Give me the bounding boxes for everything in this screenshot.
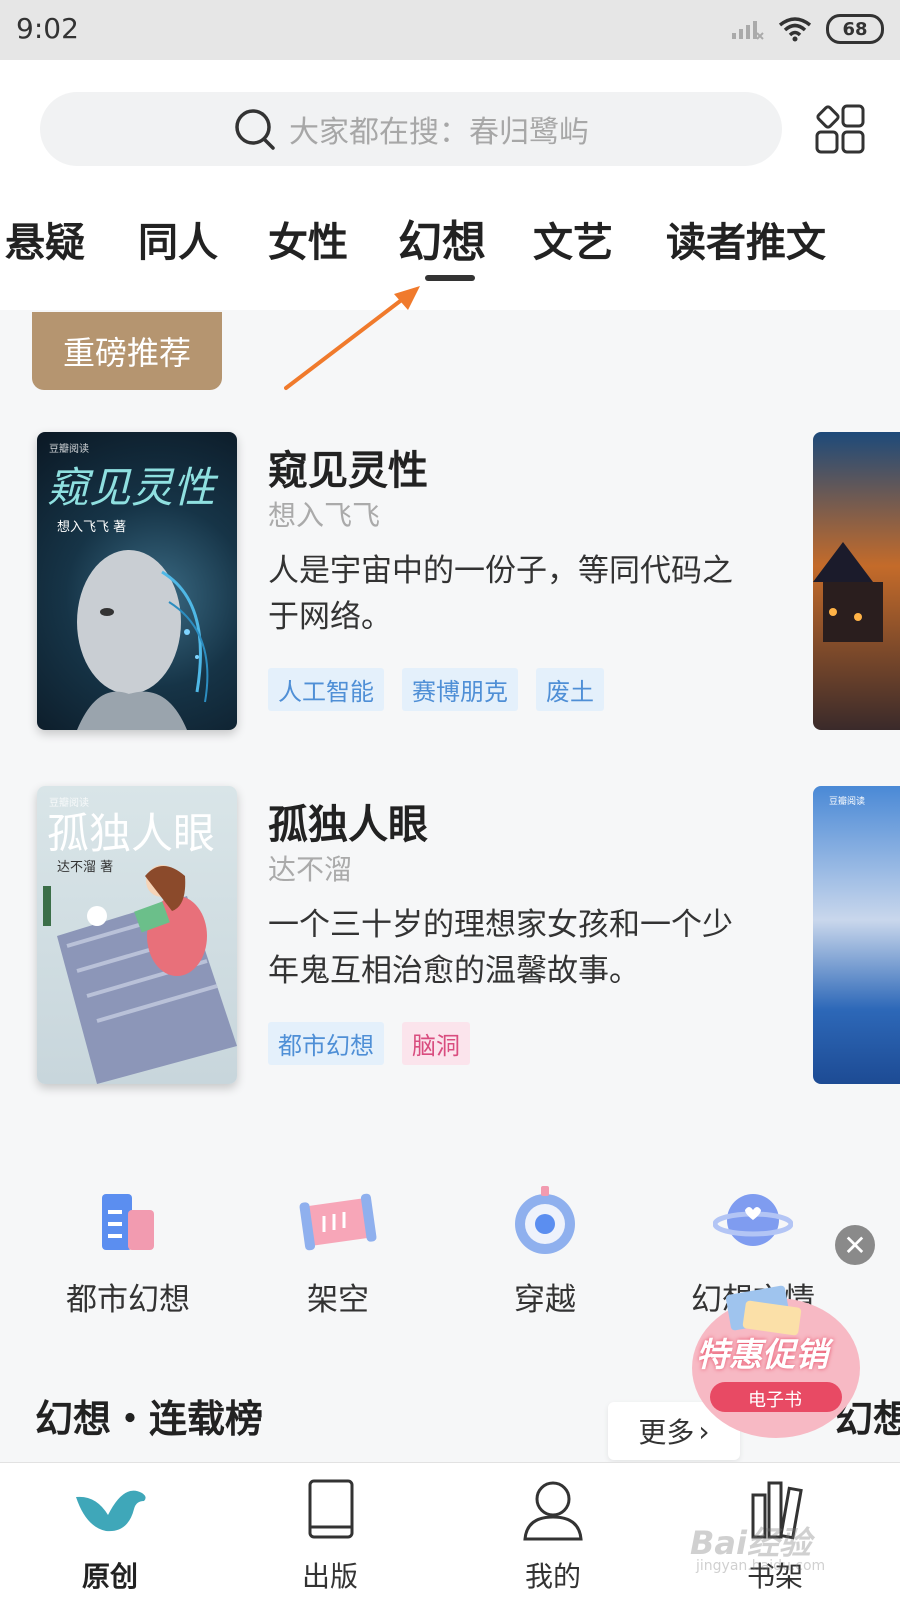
search-placeholder: 大家都在搜：春归鹭屿 xyxy=(289,115,589,150)
status-bar: 9:02 68 xyxy=(0,0,900,60)
bird-logo-icon xyxy=(76,1490,146,1532)
subcategory-label: 都市幻想 xyxy=(66,1282,190,1318)
book-description: 人是宇宙中的一份子，等同代码之于网络。 xyxy=(268,553,733,635)
nav-label: 出版 xyxy=(301,1560,358,1593)
more-label: 更多 xyxy=(638,1416,695,1449)
timer-icon xyxy=(515,1186,575,1254)
book-tags: 都市幻想 脑洞 xyxy=(268,1022,470,1065)
subcategory-alt-history[interactable]: 架空 xyxy=(238,1180,438,1319)
featured-badge: 重磅推荐 xyxy=(32,312,222,390)
cover-title: 窥见灵性 xyxy=(47,463,216,512)
book-tags: 人工智能 赛博朋克 废土 xyxy=(268,668,604,711)
peek-art xyxy=(813,542,883,642)
user-icon xyxy=(523,1481,583,1541)
watermark-url: jingyan.baidu.com xyxy=(696,1558,826,1574)
subcategory-urban-fantasy[interactable]: 都市幻想 xyxy=(28,1180,228,1319)
book-cover[interactable]: 豆瓣阅读 孤独人眼 达不溜 著 xyxy=(37,786,237,1084)
book-tag[interactable]: 废土 xyxy=(536,668,604,711)
featured-book[interactable]: 豆瓣阅读 窥见灵性 想入飞飞 著 窥见灵性 想入飞飞 人是宇宙中的一份子，等同代… xyxy=(0,432,900,732)
wifi-icon xyxy=(778,17,812,42)
next-book-cover-peek[interactable] xyxy=(813,432,900,730)
search-icon xyxy=(235,109,275,150)
book-tag[interactable]: 赛博朋克 xyxy=(402,668,518,711)
promo-subtitle: 电子书 xyxy=(748,1390,802,1411)
search-bar[interactable]: 大家都在搜：春归鹭屿 xyxy=(40,92,782,166)
active-tab-indicator xyxy=(425,275,475,281)
promo-float[interactable]: 特惠促销 电子书 xyxy=(688,1282,864,1442)
book-icon xyxy=(308,1479,354,1539)
subcategory-time-travel[interactable]: 穿越 xyxy=(445,1180,645,1319)
peek-brand: 豆瓣阅读 xyxy=(829,797,866,807)
book-title[interactable]: 孤独人眼 xyxy=(268,792,428,850)
building-icon xyxy=(102,1194,154,1250)
status-time: 9:02 xyxy=(16,12,79,45)
book-cover[interactable]: 豆瓣阅读 窥见灵性 想入飞飞 著 xyxy=(37,432,237,730)
nav-original[interactable]: 原创 xyxy=(35,1475,185,1595)
featured-section: 重磅推荐 豆瓣阅读 窥见灵性 想入飞飞 著 窥见灵性 想入飞飞 人是宇宙中的一份… xyxy=(0,286,900,1137)
header: 大家都在搜：春归鹭屿 悬疑 同人 女性 幻想 文艺 读者推文 xyxy=(0,60,900,310)
signal-icon xyxy=(732,21,764,40)
nav-label: 原创 xyxy=(81,1560,138,1593)
book-author: 想入飞飞 xyxy=(268,499,381,532)
tab-suspense[interactable]: 悬疑 xyxy=(5,210,85,268)
featured-book[interactable]: 豆瓣阅读 孤独人眼 达不溜 著 孤独人眼 达不溜 一个三十岁的理想家女孩和一个少… xyxy=(0,786,900,1086)
tab-fanfic[interactable]: 同人 xyxy=(138,210,218,268)
planet-icon xyxy=(712,1194,794,1246)
book-tag[interactable]: 脑洞 xyxy=(402,1022,470,1065)
book-title[interactable]: 窥见灵性 xyxy=(268,438,428,496)
annotation-arrow xyxy=(284,286,420,390)
subcategory-label: 穿越 xyxy=(514,1282,576,1318)
close-promo-button[interactable]: ✕ xyxy=(835,1225,875,1265)
tab-reader-picks[interactable]: 读者推文 xyxy=(666,210,826,268)
nav-label: 我的 xyxy=(524,1560,581,1593)
tab-literature[interactable]: 文艺 xyxy=(533,210,613,268)
subcategory-label: 架空 xyxy=(307,1282,369,1318)
status-icons: 68 xyxy=(730,14,884,44)
tab-fantasy[interactable]: 幻想 xyxy=(398,206,486,270)
ranking-title: 幻想・连载榜 xyxy=(35,1397,264,1441)
next-book-cover-peek[interactable]: 豆瓣阅读 xyxy=(813,786,900,1084)
tab-female[interactable]: 女性 xyxy=(268,210,348,268)
cover-author: 想入飞飞 著 xyxy=(57,520,127,535)
scroll-icon xyxy=(299,1193,377,1251)
category-grid-icon[interactable] xyxy=(815,104,865,154)
book-tag[interactable]: 都市幻想 xyxy=(268,1022,384,1065)
cover-brand: 豆瓣阅读 xyxy=(49,444,89,455)
nav-publishing[interactable]: 出版 xyxy=(255,1475,405,1595)
nav-mine[interactable]: 我的 xyxy=(478,1475,628,1595)
book-tag[interactable]: 人工智能 xyxy=(268,668,384,711)
cover-author: 达不溜 著 xyxy=(57,860,114,875)
cover-title: 孤独人眼 xyxy=(47,809,216,858)
book-description: 一个三十岁的理想家女孩和一个少年鬼互相治愈的温馨故事。 xyxy=(268,907,733,989)
promo-title: 特惠促销 xyxy=(696,1335,828,1374)
book-author: 达不溜 xyxy=(268,853,353,886)
battery-indicator: 68 xyxy=(826,14,884,44)
